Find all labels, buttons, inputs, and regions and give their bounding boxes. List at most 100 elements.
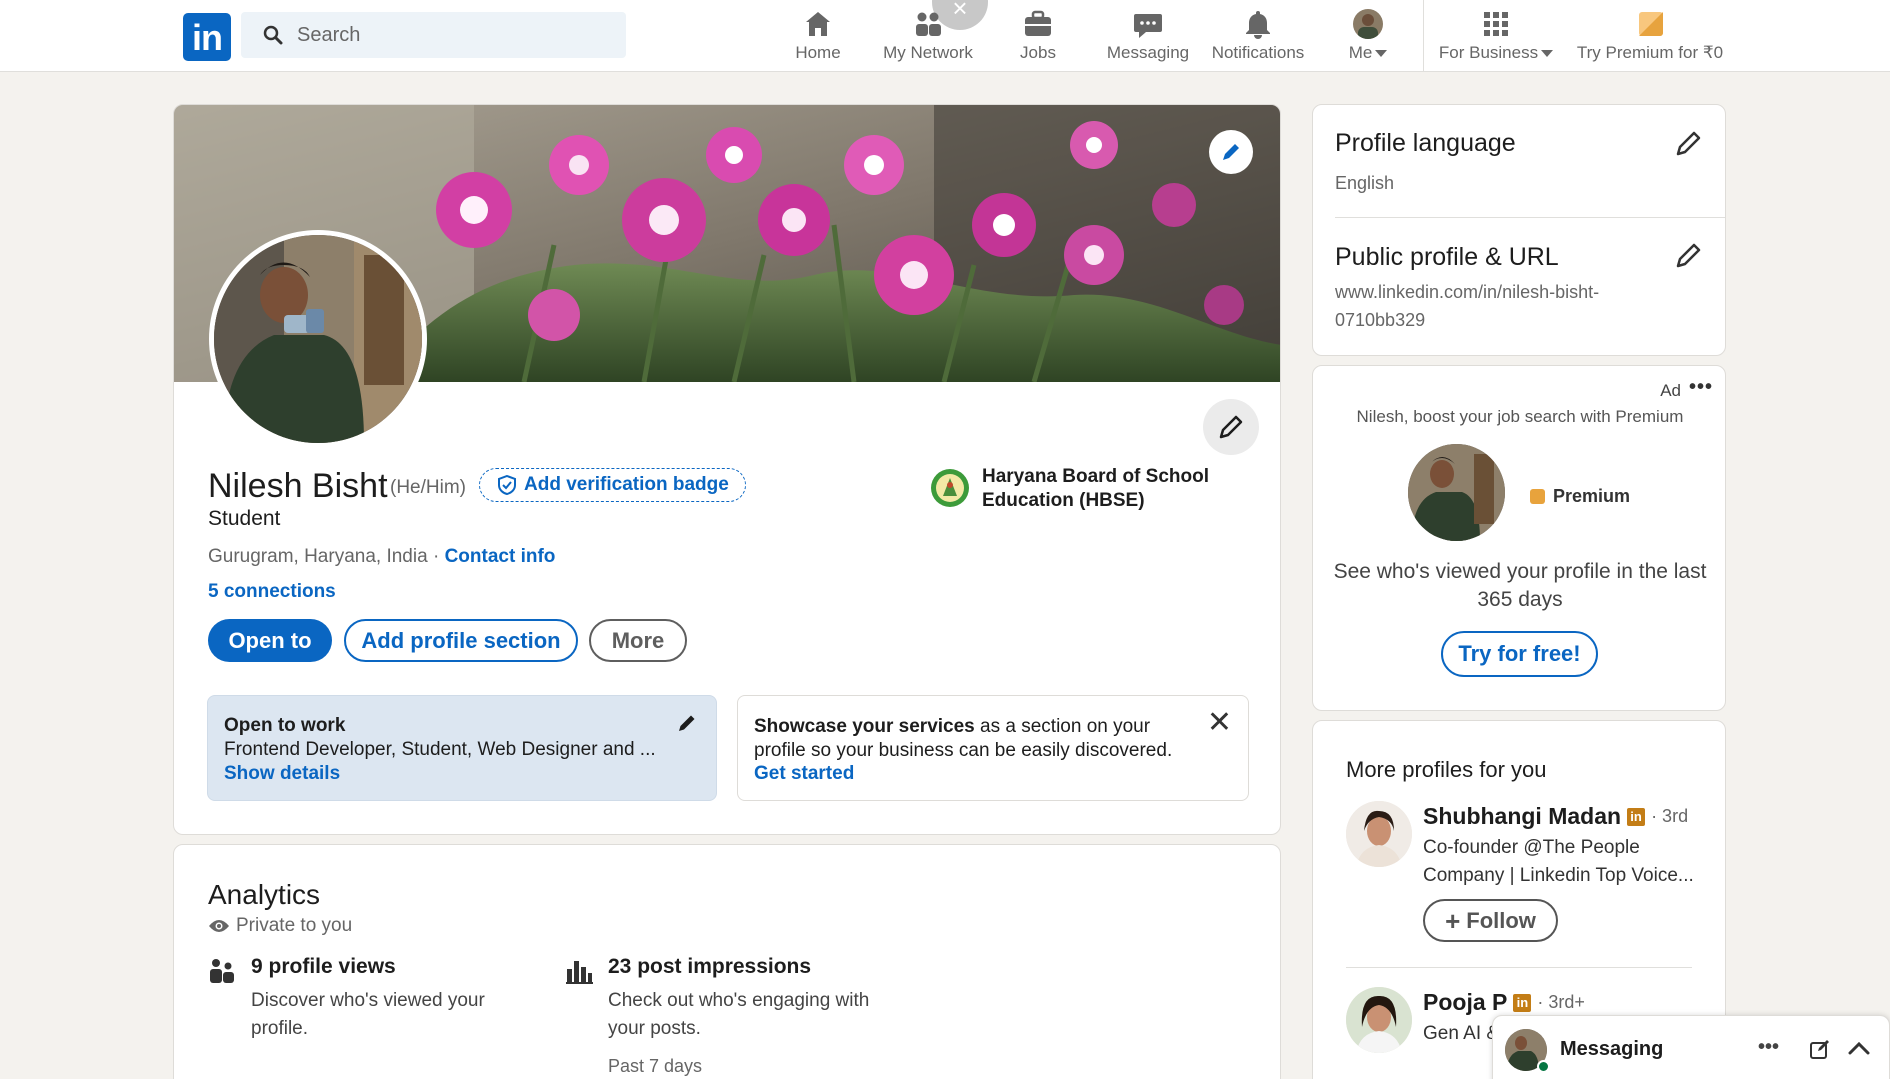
avatar: [1408, 444, 1505, 541]
services-text: Showcase your services as a section on y…: [754, 716, 1173, 761]
profile-language-title: Profile language: [1335, 129, 1516, 157]
nav-home-label: Home: [795, 43, 841, 62]
analytics-title: Analytics: [208, 879, 321, 910]
bell-icon: [1246, 11, 1270, 39]
private-label: Private to you: [236, 915, 353, 936]
profile-views-item[interactable]: 9 profile views Discover who's viewed yo…: [208, 955, 528, 1079]
profile-views-title: 9 profile views: [251, 955, 396, 978]
premium-icon: [1530, 489, 1545, 504]
avatar: [1346, 801, 1412, 867]
analytics-privacy: Private to you: [208, 915, 352, 937]
bar-chart-icon: [566, 961, 593, 984]
edit-intro-button[interactable]: [1203, 399, 1259, 455]
post-impressions-period: Past 7 days: [608, 1056, 703, 1076]
nav-my-network[interactable]: My Network: [878, 8, 978, 66]
nav-me-label: Me: [1320, 43, 1416, 63]
public-profile-title: Public profile & URL: [1335, 243, 1559, 271]
nav-me[interactable]: Me: [1320, 8, 1416, 66]
more-profiles-title: More profiles for you: [1346, 757, 1547, 782]
linkedin-logo[interactable]: in: [183, 13, 231, 61]
profile-photo[interactable]: [209, 230, 427, 448]
nav-messaging[interactable]: Messaging: [1100, 8, 1196, 66]
nav-my-network-label: My Network: [883, 43, 973, 62]
nav-jobs-label: Jobs: [1020, 43, 1056, 62]
verification-label: Add verification badge: [524, 474, 729, 495]
chevron-up-icon[interactable]: [1848, 1040, 1870, 1056]
pencil-icon[interactable]: [1673, 129, 1703, 159]
avatar-image: [1408, 444, 1505, 541]
nav-notifications[interactable]: Notifications: [1208, 8, 1308, 66]
premium-ad-card: Ad ••• Nilesh, boost your job search wit…: [1312, 365, 1726, 711]
profile-views-desc: Discover who's viewed your profile.: [251, 990, 485, 1039]
post-impressions-title: 23 post impressions: [608, 955, 812, 978]
ad-message: Nilesh, boost your job search with Premi…: [1356, 407, 1684, 426]
online-status-dot: [1537, 1060, 1550, 1073]
linkedin-badge-icon: in: [1627, 807, 1646, 826]
avatar-icon: [1353, 9, 1383, 39]
nav-jobs[interactable]: Jobs: [1000, 8, 1076, 66]
profile-settings-card: Profile language English Public profile …: [1312, 104, 1726, 356]
close-icon[interactable]: ✕: [1207, 708, 1232, 738]
school-logo-icon: [931, 469, 969, 507]
more-options-icon[interactable]: •••: [1689, 376, 1713, 399]
get-started-link[interactable]: Get started: [754, 763, 854, 785]
pencil-icon[interactable]: [1673, 241, 1703, 271]
showcase-services-card: Showcase your services as a section on y…: [737, 695, 1249, 801]
connections-link[interactable]: 5 connections: [208, 581, 336, 603]
add-verification-badge-button[interactable]: Add verification badge: [479, 468, 746, 502]
pencil-icon: [1223, 144, 1239, 160]
profile-photo-image: [214, 235, 422, 443]
messaging-title: Messaging: [1560, 1038, 1664, 1060]
profile-location: Gurugram, Haryana, India: [208, 546, 428, 567]
contact-info-link[interactable]: Contact info: [445, 546, 556, 567]
public-profile-url: www.linkedin.com/in/nilesh-bisht-0710bb3…: [1335, 282, 1600, 330]
search-input[interactable]: [297, 12, 607, 58]
profile-location-line: Gurugram, Haryana, India · Contact info: [208, 546, 555, 568]
top-nav: in × Home My Network Jobs Messaging Noti…: [0, 0, 1890, 72]
add-profile-section-button[interactable]: Add profile section: [344, 619, 578, 662]
open-to-work-card[interactable]: Open to work Frontend Developer, Student…: [207, 695, 717, 801]
divider: [1335, 217, 1725, 218]
messaging-icon: [1134, 14, 1162, 38]
edit-banner-button[interactable]: [1209, 130, 1253, 174]
premium-badge: Premium: [1530, 486, 1630, 507]
compose-icon[interactable]: [1809, 1038, 1831, 1060]
ad-label: Ad: [1660, 381, 1681, 400]
post-impressions-desc: Check out who's engaging with your posts…: [608, 990, 870, 1039]
network-icon: [916, 12, 941, 36]
open-to-work-title: Open to work: [224, 715, 346, 736]
pencil-icon: [1219, 415, 1243, 439]
pencil-icon[interactable]: [676, 712, 698, 734]
more-button[interactable]: More: [589, 619, 687, 662]
messaging-bar[interactable]: Messaging •••: [1492, 1015, 1890, 1079]
shield-check-icon: [498, 475, 516, 495]
profile-language-value: English: [1335, 173, 1395, 193]
nav-divider: [1423, 0, 1424, 72]
profile-card: Nilesh Bisht (He/Him) Add verification b…: [173, 104, 1281, 835]
divider: [1346, 967, 1692, 968]
separator: ·: [427, 546, 445, 567]
open-to-button[interactable]: Open to: [208, 619, 332, 662]
follow-button[interactable]: + Follow: [1423, 899, 1558, 942]
profile-name: Shubhangi Madan in · 3rd: [1423, 803, 1689, 829]
nav-home[interactable]: Home: [778, 8, 858, 66]
try-for-free-button[interactable]: Try for free!: [1441, 631, 1598, 677]
post-impressions-item[interactable]: 23 post impressions Check out who's enga…: [565, 955, 925, 1079]
linkedin-badge-icon: in: [1513, 993, 1532, 1012]
nav-for-business-label: For Business: [1434, 43, 1558, 63]
school-name: Haryana Board of School Education (HBSE): [982, 466, 1209, 511]
education-link[interactable]: Haryana Board of School Education (HBSE): [930, 465, 1250, 513]
search-box[interactable]: [241, 12, 626, 58]
profile-name: Pooja Pin · 3rd+: [1423, 989, 1585, 1015]
nav-try-premium[interactable]: Try Premium for ₹0: [1572, 8, 1728, 66]
more-options-icon[interactable]: •••: [1758, 1036, 1779, 1059]
show-details-link[interactable]: Show details: [224, 763, 340, 785]
ad-text: See who's viewed your profile in the las…: [1333, 560, 1707, 611]
analytics-card: Analytics Private to you 9 profile views…: [173, 844, 1281, 1079]
avatar: [1346, 987, 1412, 1053]
nav-for-business[interactable]: For Business: [1434, 8, 1558, 66]
list-item[interactable]: Shubhangi Madan in · 3rd Co-founder @The P…: [1346, 801, 1706, 951]
chevron-down-icon: [1375, 50, 1388, 58]
open-to-work-details: Frontend Developer, Student, Web Designe…: [224, 739, 656, 760]
profile-pronouns: (He/Him): [390, 477, 466, 498]
